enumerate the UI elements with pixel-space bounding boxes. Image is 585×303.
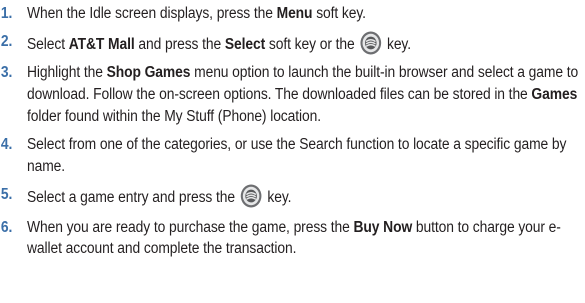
step-text: and press the — [134, 36, 225, 54]
step-text: key. — [386, 36, 412, 54]
step-text: When the Idle screen displays, press the — [27, 5, 277, 22]
step-text: Highlight the — [27, 64, 107, 82]
att-mall-term: AT&T Mall — [68, 36, 135, 54]
navigation-key-icon — [240, 184, 262, 208]
step-text: When you are ready to purchase the game,… — [27, 218, 354, 236]
step-4: 4. Select from one of the categories, or … — [0, 134, 585, 178]
shop-games-term: Shop Games — [106, 64, 191, 82]
step-number: 4. — [0, 135, 13, 153]
step-6: 6. When you are ready to purchase the gam… — [0, 217, 585, 261]
step-text: soft key. — [312, 5, 366, 22]
step-text: Select a game entry and press the — [27, 189, 236, 207]
step-number: 2. — [0, 33, 13, 51]
navigation-key-icon — [360, 31, 382, 55]
step-text: Select — [27, 36, 69, 54]
step-5: 5. Select a game entry and press the key. — [0, 184, 585, 209]
step-text: Select from one of the categories, or us… — [27, 135, 567, 175]
step-text: folder found within the My Stuff (Phone)… — [27, 107, 322, 125]
step-number: 5. — [0, 186, 13, 204]
step-text: key. — [267, 189, 292, 207]
step-2: 2. Select AT&T Mall and press the Select … — [0, 31, 585, 56]
menu-softkey-term: Menu — [276, 5, 313, 22]
step-number: 1. — [0, 5, 13, 22]
step-1: 1. When the Idle screen displays, press t… — [0, 3, 585, 25]
step-3: 3. Highlight the Shop Games menu option t… — [0, 62, 585, 127]
select-softkey-term: Select — [224, 36, 266, 54]
step-number: 3. — [0, 64, 13, 82]
step-number: 6. — [0, 218, 13, 236]
instruction-steps: 1. When the Idle screen displays, press t… — [0, 3, 585, 260]
buy-now-button-term: Buy Now — [353, 218, 413, 236]
step-text: soft key or the — [265, 36, 355, 54]
games-folder-term: Games — [531, 85, 578, 103]
